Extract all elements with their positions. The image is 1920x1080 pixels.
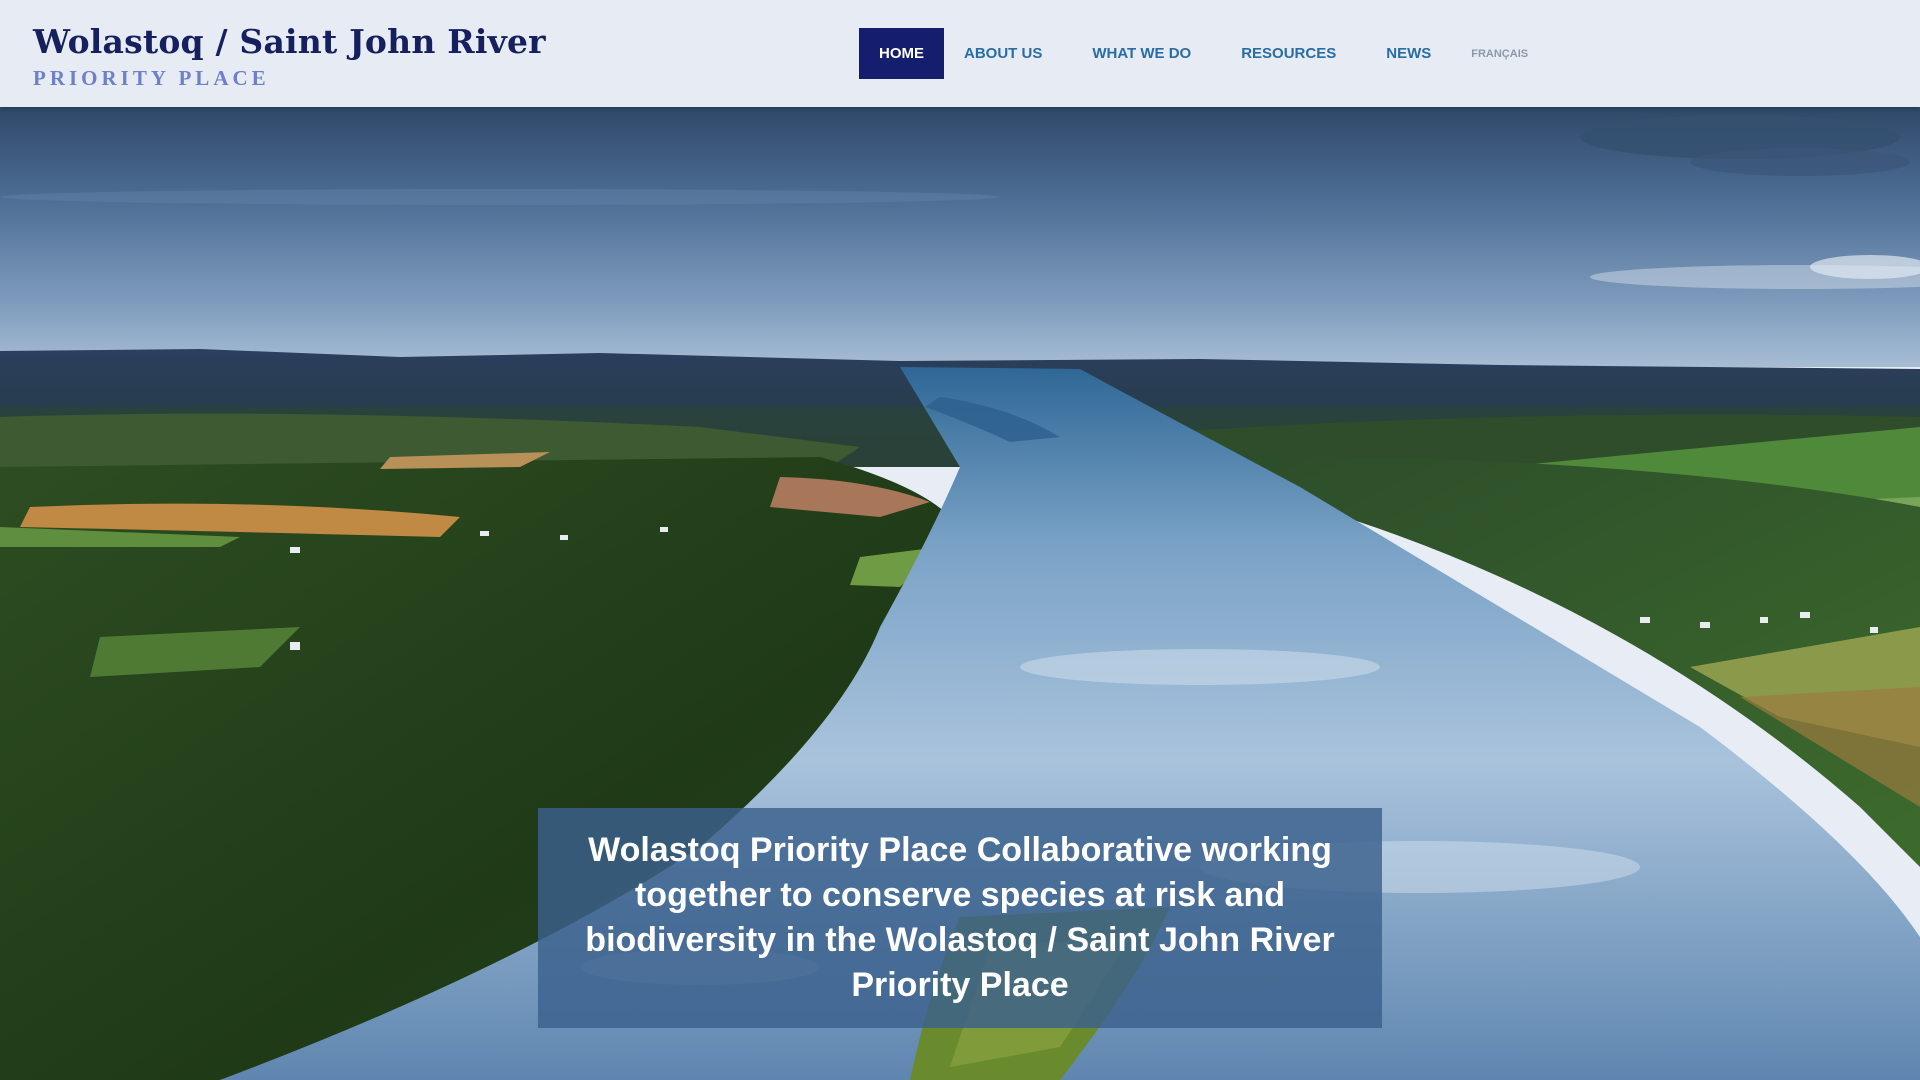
nav-language-toggle[interactable]: FRANÇAIS [1451, 28, 1548, 79]
hero-section: Wolastoq Priority Place Collaborative wo… [0, 107, 1920, 1080]
main-nav: HOME ABOUT US WHAT WE DO RESOURCES NEWS … [859, 28, 1548, 79]
site-logo[interactable]: Wolastoq / Saint John River PRIORITY PLA… [33, 20, 546, 92]
site-header: Wolastoq / Saint John River PRIORITY PLA… [0, 0, 1920, 107]
hero-banner: Wolastoq Priority Place Collaborative wo… [538, 808, 1382, 1028]
nav-home[interactable]: HOME [859, 28, 944, 79]
nav-what-we-do[interactable]: WHAT WE DO [1062, 28, 1211, 79]
nav-resources[interactable]: RESOURCES [1211, 28, 1356, 79]
nav-news[interactable]: NEWS [1356, 28, 1451, 79]
hero-banner-text: Wolastoq Priority Place Collaborative wo… [585, 831, 1335, 1004]
site-subtitle[interactable]: PRIORITY PLACE [33, 64, 546, 92]
nav-about-us[interactable]: ABOUT US [944, 28, 1062, 79]
site-title[interactable]: Wolastoq / Saint John River [33, 20, 546, 64]
